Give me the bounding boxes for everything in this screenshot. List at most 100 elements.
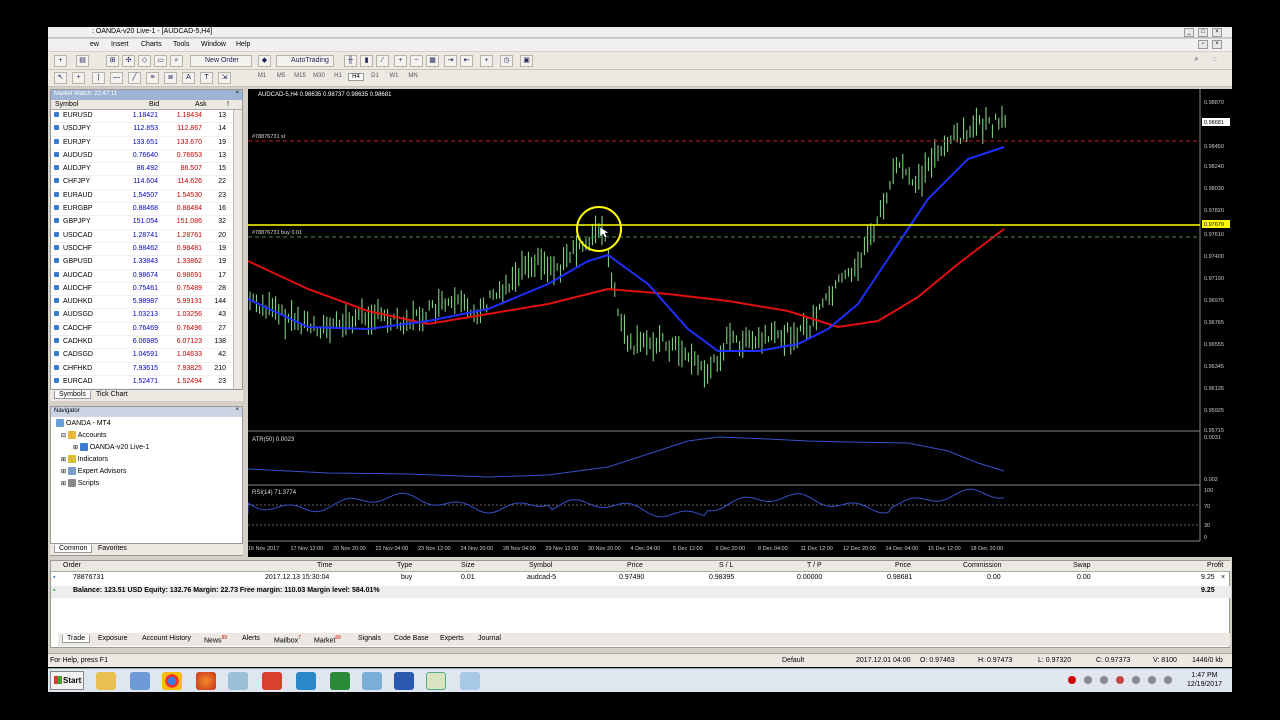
explorer-icon[interactable] xyxy=(96,672,116,690)
table-row[interactable]: AUDJPY 86.492 86.507 15 xyxy=(51,163,242,177)
zoom-out-icon[interactable]: − xyxy=(410,55,423,67)
table-row[interactable]: CHFHKD 7.93615 7.93825 210 xyxy=(51,363,242,376)
profiles-icon[interactable]: ▤ xyxy=(76,55,89,67)
tf-h1[interactable]: H1 xyxy=(330,73,346,79)
periods-icon[interactable]: ◷ xyxy=(500,55,513,67)
indicators-icon[interactable]: + xyxy=(480,55,493,67)
word-icon[interactable] xyxy=(394,672,414,690)
horizontal-line-icon[interactable]: — xyxy=(110,72,123,84)
table-row[interactable]: EURGBP 0.88468 0.88484 16 xyxy=(51,203,242,217)
col-symbol-t[interactable]: Symbol xyxy=(529,562,552,569)
firefox-icon[interactable] xyxy=(196,672,216,690)
navigator-icon[interactable]: ◇ xyxy=(138,55,151,67)
menu-charts[interactable]: Charts xyxy=(141,41,162,48)
child-restore-button[interactable]: ▫ xyxy=(1198,40,1208,49)
tf-w1[interactable]: W1 xyxy=(386,73,402,79)
tab-favorites[interactable]: Favorites xyxy=(94,545,131,552)
chart-window[interactable]: AUDCAD-5,H4 0.98635 0.98737 0.98635 0.98… xyxy=(248,89,1232,557)
table-row[interactable]: EURCAD 1.52471 1.52494 23 xyxy=(51,376,242,390)
tray-icon-2[interactable] xyxy=(1084,676,1092,684)
tray-icon-4[interactable] xyxy=(1116,676,1124,684)
app-icon[interactable] xyxy=(228,672,248,690)
metatrader-icon[interactable] xyxy=(426,672,446,690)
search-icon[interactable]: ⌕ xyxy=(1190,55,1203,67)
recorder-icon[interactable] xyxy=(460,672,480,690)
crosshair-icon[interactable]: + xyxy=(72,72,85,84)
text-icon[interactable]: A xyxy=(182,72,195,84)
table-row[interactable]: AUDUSD 0.76640 0.76653 13 xyxy=(51,150,242,164)
tab-signals[interactable]: Signals xyxy=(354,635,385,642)
table-row[interactable]: AUDSGD 1.03213 1.03256 43 xyxy=(51,309,242,323)
tab-common[interactable]: Common xyxy=(54,545,93,553)
line-chart-icon[interactable]: ⁄ xyxy=(376,55,389,67)
menu-window[interactable]: Window xyxy=(201,41,226,48)
templates-icon[interactable]: ▣ xyxy=(520,55,533,67)
col-symbol[interactable]: Symbol xyxy=(55,101,78,108)
table-row[interactable]: EURJPY 133.651 133.670 19 xyxy=(51,137,242,150)
col-swap[interactable]: Swap xyxy=(1073,562,1091,569)
table-row[interactable]: CADSGD 1.04591 1.04633 42 xyxy=(51,349,242,363)
nav-indicators[interactable]: ⊞ Indicators xyxy=(61,455,108,463)
table-row[interactable]: AUDCAD 0.98674 0.98691 17 xyxy=(51,270,242,283)
fibonacci-icon[interactable]: ≣ xyxy=(164,72,177,84)
close-order-icon[interactable]: × xyxy=(1221,574,1225,581)
table-row[interactable]: GBPJPY 151.054 151.086 32 xyxy=(51,216,242,230)
tab-news[interactable]: News99 xyxy=(200,635,231,644)
network-icon[interactable] xyxy=(1164,676,1172,684)
tools-icon[interactable] xyxy=(362,672,382,690)
trendline-icon[interactable]: ╱ xyxy=(128,72,141,84)
tab-experts[interactable]: Experts xyxy=(436,635,468,642)
table-row[interactable]: GBPUSD 1.33843 1.33862 19 xyxy=(51,256,242,270)
candlestick-icon[interactable]: ▮ xyxy=(360,55,373,67)
data-window-icon[interactable]: ✣ xyxy=(122,55,135,67)
tf-m15[interactable]: M15 xyxy=(292,73,308,79)
menu-view[interactable]: ew xyxy=(90,41,99,48)
new-order-button[interactable]: New Order xyxy=(190,55,252,67)
table-row[interactable]: USDCHF 0.98462 0.98481 19 xyxy=(51,243,242,257)
network-app-icon[interactable] xyxy=(330,672,350,690)
tf-mn[interactable]: MN xyxy=(405,73,421,79)
tray-icon-5[interactable] xyxy=(1132,676,1140,684)
table-row[interactable]: CADHKD 6.06985 6.07123 138 xyxy=(51,336,242,350)
new-chart-icon[interactable]: + xyxy=(54,55,67,67)
start-button[interactable]: Start xyxy=(50,671,84,690)
text-label-icon[interactable]: T xyxy=(200,72,213,84)
table-row[interactable]: EURUSD 1.18421 1.18434 13 xyxy=(51,110,242,124)
tab-trade[interactable]: Trade xyxy=(62,635,91,643)
metaeditor-icon[interactable]: ◆ xyxy=(258,55,271,67)
table-row[interactable]: EURAUD 1.54507 1.54530 23 xyxy=(51,190,242,204)
col-ask[interactable]: Ask xyxy=(195,101,207,108)
menu-insert[interactable]: Insert xyxy=(111,41,129,48)
clock[interactable]: 1:47 PM 12/19/2017 xyxy=(1187,671,1222,689)
table-row[interactable]: USDCAD 1.28741 1.28761 20 xyxy=(51,230,242,243)
nav-expert-advisors[interactable]: ⊞ Expert Advisors xyxy=(61,467,126,475)
nav-scripts[interactable]: ⊞ Scripts xyxy=(61,479,99,487)
zoom-in-icon[interactable]: + xyxy=(394,55,407,67)
tray-icon-3[interactable] xyxy=(1100,676,1108,684)
tab-market[interactable]: Market66 xyxy=(310,635,345,644)
col-profit[interactable]: Profit xyxy=(1207,562,1223,569)
tab-mailbox[interactable]: Mailbox7 xyxy=(270,635,305,644)
file-manager-icon[interactable] xyxy=(130,672,150,690)
menu-help[interactable]: Help xyxy=(236,41,250,48)
minimize-button[interactable]: _ xyxy=(1184,28,1194,37)
market-watch-scrollbar[interactable] xyxy=(233,110,242,390)
navigator-close-icon[interactable]: × xyxy=(235,407,239,413)
close-button[interactable]: × xyxy=(1212,28,1222,37)
tab-exposure[interactable]: Exposure xyxy=(94,635,132,642)
table-row[interactable]: CHFJPY 114.604 114.626 22 xyxy=(51,176,242,190)
tf-m30[interactable]: M30 xyxy=(311,73,327,79)
tab-journal[interactable]: Journal xyxy=(474,635,505,642)
vertical-line-icon[interactable]: | xyxy=(92,72,105,84)
table-row[interactable]: AUDHKD 5.98987 5.99131 144 xyxy=(51,296,242,310)
channel-icon[interactable]: ≡ xyxy=(146,72,159,84)
menu-tools[interactable]: Tools xyxy=(173,41,189,48)
tab-alerts[interactable]: Alerts xyxy=(238,635,264,642)
col-price[interactable]: Price xyxy=(627,562,643,569)
nav-account-live[interactable]: ⊞ OANDA-v20 Live-1 xyxy=(73,443,149,451)
tf-m1[interactable]: M1 xyxy=(254,73,270,79)
tile-windows-icon[interactable]: ▦ xyxy=(426,55,439,67)
col-sl[interactable]: S / L xyxy=(719,562,733,569)
chrome-icon[interactable] xyxy=(162,672,182,690)
volume-icon[interactable] xyxy=(1148,676,1156,684)
